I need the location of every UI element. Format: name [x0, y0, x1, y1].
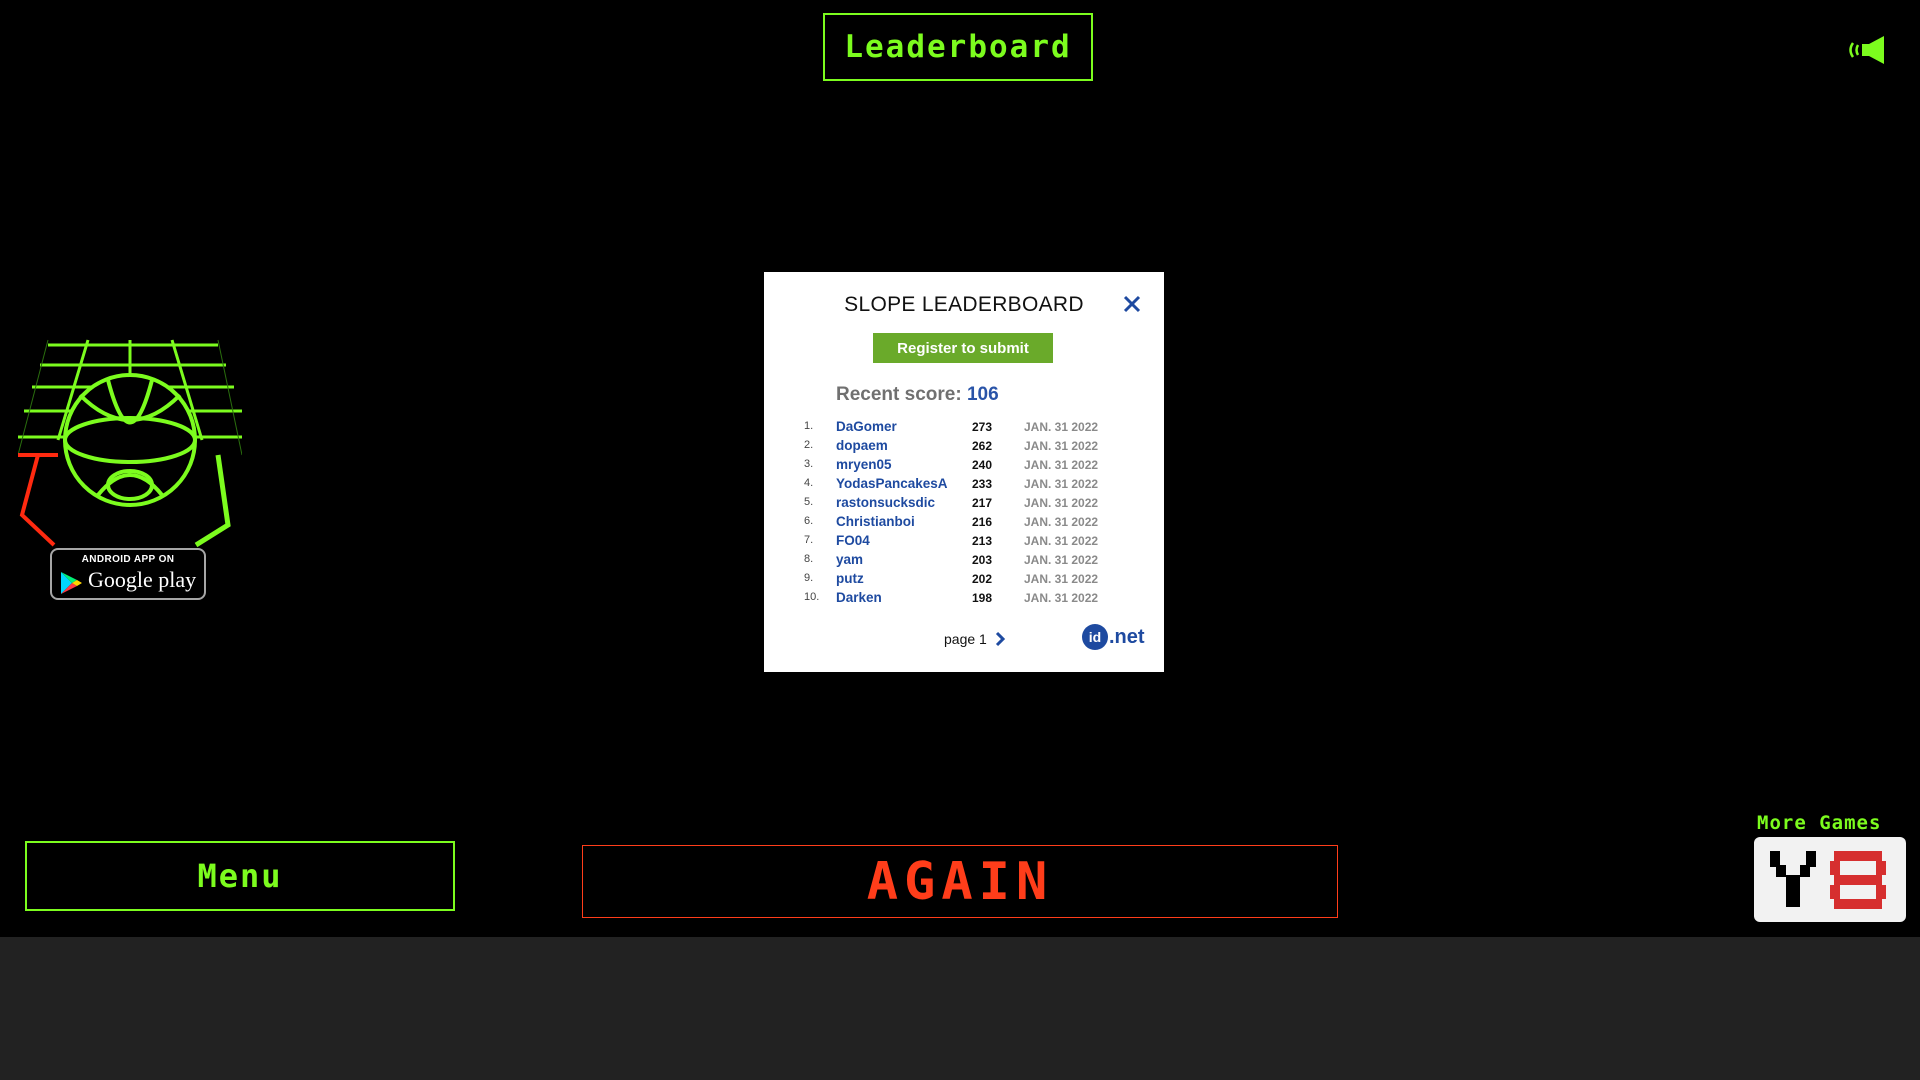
row-score: 213	[972, 534, 993, 548]
row-date: JAN. 31 2022	[1024, 439, 1099, 453]
row-rank: 2.	[804, 439, 814, 451]
table-row: 9. putz 202 JAN. 31 2022	[804, 570, 1144, 589]
row-player-name[interactable]: putz	[836, 571, 864, 586]
game-screen: Leaderboard ANDROID APP ON Google play S…	[0, 0, 1920, 937]
y8-logo-icon	[1770, 851, 1886, 909]
table-row: 2. dopaem 262 JAN. 31 2022	[804, 437, 1144, 456]
row-score: 240	[972, 458, 993, 472]
row-score: 273	[972, 420, 993, 434]
row-score: 203	[972, 553, 993, 567]
row-rank: 7.	[804, 534, 814, 546]
idnet-logo: id .net	[1082, 624, 1145, 650]
row-date: JAN. 31 2022	[1024, 477, 1099, 491]
row-player-name[interactable]: yam	[836, 552, 863, 567]
leaderboard-title-text: Leaderboard	[844, 29, 1072, 65]
row-player-name[interactable]: Christianboi	[836, 514, 915, 529]
row-player-name[interactable]: dopaem	[836, 438, 888, 453]
close-button[interactable]	[1120, 292, 1144, 316]
idnet-logo-mark: id	[1082, 624, 1108, 650]
row-rank: 1.	[804, 420, 814, 432]
menu-button[interactable]: Menu	[25, 841, 455, 911]
row-score: 262	[972, 439, 993, 453]
google-play-brand: Google play	[88, 567, 197, 592]
table-row: 10. Darken 198 JAN. 31 2022	[804, 589, 1144, 608]
row-rank: 5.	[804, 496, 814, 508]
row-player-name[interactable]: YodasPancakesA	[836, 476, 948, 491]
speaker-icon	[1849, 36, 1884, 64]
row-rank: 10.	[804, 591, 820, 603]
pagination: page 1	[944, 630, 1007, 648]
row-date: JAN. 31 2022	[1024, 591, 1099, 605]
leaderboard-title: Leaderboard	[823, 13, 1093, 81]
leaderboard-modal: SLOPE LEADERBOARD Register to submit Rec…	[764, 272, 1164, 672]
leaderboard-table: 1. DaGomer 273 JAN. 31 2022 2. dopaem 26…	[804, 418, 1144, 608]
y8-more-games-button[interactable]	[1754, 837, 1906, 922]
again-button[interactable]: AGAIN	[582, 845, 1338, 918]
row-date: JAN. 31 2022	[1024, 553, 1099, 567]
idnet-logo-text: .net	[1109, 625, 1145, 648]
page-label: page 1	[944, 631, 987, 647]
android-app-promo[interactable]: ANDROID APP ON Google play	[17, 335, 243, 605]
table-row: 5. rastonsucksdic 217 JAN. 31 2022	[804, 494, 1144, 513]
page-footer-area	[0, 937, 1920, 1080]
row-date: JAN. 31 2022	[1024, 420, 1099, 434]
row-date: JAN. 31 2022	[1024, 515, 1099, 529]
row-score: 217	[972, 496, 993, 510]
row-rank: 9.	[804, 572, 814, 584]
table-row: 8. yam 203 JAN. 31 2022	[804, 551, 1144, 570]
row-rank: 6.	[804, 515, 814, 527]
row-score: 198	[972, 591, 993, 605]
google-play-badge-caption: ANDROID APP ON	[81, 554, 175, 565]
row-date: JAN. 31 2022	[1024, 496, 1099, 510]
table-row: 3. mryen05 240 JAN. 31 2022	[804, 456, 1144, 475]
more-games-label[interactable]: More Games	[1757, 812, 1881, 834]
register-to-submit-button[interactable]: Register to submit	[873, 333, 1053, 363]
row-rank: 3.	[804, 458, 814, 470]
row-date: JAN. 31 2022	[1024, 534, 1099, 548]
row-score: 202	[972, 572, 993, 586]
chevron-right-icon[interactable]	[993, 630, 1007, 648]
row-score: 233	[972, 477, 993, 491]
recent-score: Recent score: 106	[836, 384, 999, 406]
table-row: 4. YodasPancakesA 233 JAN. 31 2022	[804, 475, 1144, 494]
row-player-name[interactable]: FO04	[836, 533, 870, 548]
google-play-icon	[61, 572, 82, 594]
row-player-name[interactable]: mryen05	[836, 457, 892, 472]
table-row: 7. FO04 213 JAN. 31 2022	[804, 532, 1144, 551]
row-player-name[interactable]: Darken	[836, 590, 882, 605]
slope-ball-artwork	[17, 339, 243, 548]
row-rank: 4.	[804, 477, 814, 489]
recent-score-value: 106	[966, 384, 999, 405]
modal-title: SLOPE LEADERBOARD	[844, 293, 1084, 316]
close-icon	[1123, 295, 1141, 313]
table-row: 1. DaGomer 273 JAN. 31 2022	[804, 418, 1144, 437]
table-row: 6. Christianboi 216 JAN. 31 2022	[804, 513, 1144, 532]
row-rank: 8.	[804, 553, 814, 565]
row-player-name[interactable]: DaGomer	[836, 419, 897, 434]
recent-score-label: Recent score:	[836, 384, 962, 405]
row-player-name[interactable]: rastonsucksdic	[836, 495, 935, 510]
sound-toggle-button[interactable]	[1848, 34, 1892, 66]
row-date: JAN. 31 2022	[1024, 458, 1099, 472]
row-date: JAN. 31 2022	[1024, 572, 1099, 586]
google-play-badge[interactable]: ANDROID APP ON Google play	[50, 548, 206, 600]
row-score: 216	[972, 515, 993, 529]
